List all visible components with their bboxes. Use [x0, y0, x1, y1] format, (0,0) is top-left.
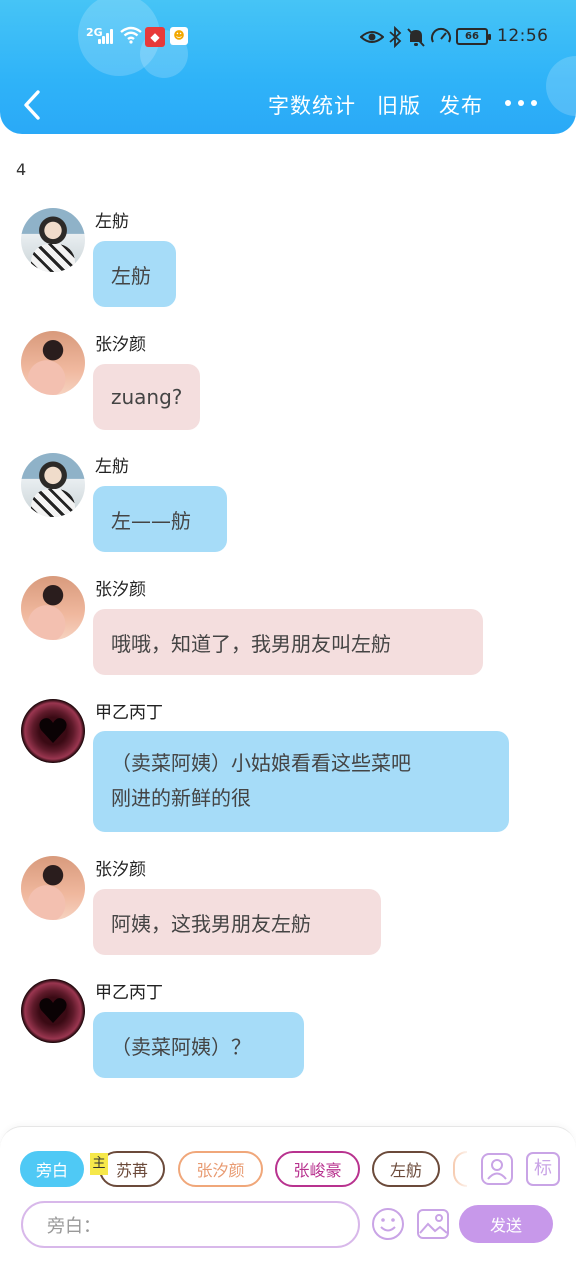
heart-avatar[interactable] [21, 699, 85, 763]
word-count-button[interactable]: 字数统计 [268, 90, 356, 120]
sender-name: 左舫 [95, 457, 129, 477]
role-chip[interactable]: 苏苒 [99, 1151, 165, 1187]
app-header: 2G ◆ ☻ 66 12:56 字数统计 旧版 发布 [0, 0, 576, 134]
clock: 12:56 [497, 26, 549, 46]
status-bar: 2G ◆ ☻ 66 12:56 [0, 0, 576, 74]
sender-name: 左舫 [95, 212, 129, 232]
signal-icon [98, 28, 116, 44]
avatar-photo-girl[interactable] [21, 331, 85, 395]
publish-button[interactable]: 发布 [439, 90, 483, 120]
message-bubble[interactable]: 阿姨，这我男朋友左舫 [93, 889, 381, 955]
more-horizontal-icon[interactable] [505, 98, 539, 108]
avatar-photo-girl[interactable] [21, 856, 85, 920]
old-version-button[interactable]: 旧版 [377, 90, 421, 120]
sender-name: 张汐颜 [95, 860, 146, 880]
notification-app-icon: ◆ [145, 27, 165, 47]
bluetooth-icon [389, 26, 402, 48]
role-chip-narrator[interactable]: 旁白 [20, 1151, 84, 1187]
wifi-icon [120, 26, 142, 44]
sender-name: 甲乙丙丁 [95, 703, 163, 723]
smiley-icon[interactable] [371, 1207, 405, 1241]
heart-icon [39, 718, 67, 743]
avatar-photo-boy[interactable] [21, 453, 85, 517]
nav-bar: 字数统计 旧版 发布 [0, 80, 576, 130]
mute-bell-icon [407, 28, 425, 47]
message-bubble[interactable]: 左——舫 [93, 486, 227, 552]
sender-name: 张汐颜 [95, 580, 146, 600]
message-bubble[interactable]: 哦哦，知道了，我男朋友叫左舫 [93, 609, 483, 675]
message-line: （卖菜阿姨）小姑娘看看这些菜吧 [111, 751, 411, 775]
avatar-photo-boy[interactable] [21, 208, 85, 272]
sender-name: 张汐颜 [95, 335, 146, 355]
eye-icon [360, 31, 384, 43]
role-chip[interactable]: 张汐颜 [178, 1151, 263, 1187]
battery-indicator: 66 [456, 28, 491, 45]
message-line: 刚进的新鲜的很 [111, 786, 251, 810]
character-card-icon[interactable] [480, 1152, 514, 1186]
role-chip[interactable]: 左舫 [372, 1151, 440, 1187]
avatar-photo-girl[interactable] [21, 576, 85, 640]
message-input[interactable]: 旁白： [21, 1201, 360, 1248]
sender-name: 甲乙丙丁 [95, 983, 163, 1003]
scroll-fade [440, 1146, 472, 1192]
tag-icon[interactable]: 标 [526, 1152, 560, 1186]
message-bubble[interactable]: （卖菜阿姨）？ [93, 1012, 304, 1078]
heart-icon [39, 998, 67, 1023]
send-button[interactable]: 发送 [459, 1205, 553, 1243]
master-role-tag: 主 [90, 1153, 108, 1175]
heart-avatar[interactable] [21, 979, 85, 1043]
chevron-left-icon[interactable] [18, 88, 48, 122]
speed-icon [431, 27, 451, 43]
image-icon[interactable] [416, 1207, 450, 1241]
message-bubble[interactable]: 左舫 [93, 241, 176, 307]
message-bubble[interactable]: zuang? [93, 364, 200, 430]
message-counter: 4 [16, 160, 27, 179]
notification-app-icon: ☻ [170, 27, 188, 45]
role-chip[interactable]: 张峻豪 [275, 1151, 360, 1187]
message-bubble[interactable]: （卖菜阿姨）小姑娘看看这些菜吧 刚进的新鲜的很 [93, 731, 509, 832]
